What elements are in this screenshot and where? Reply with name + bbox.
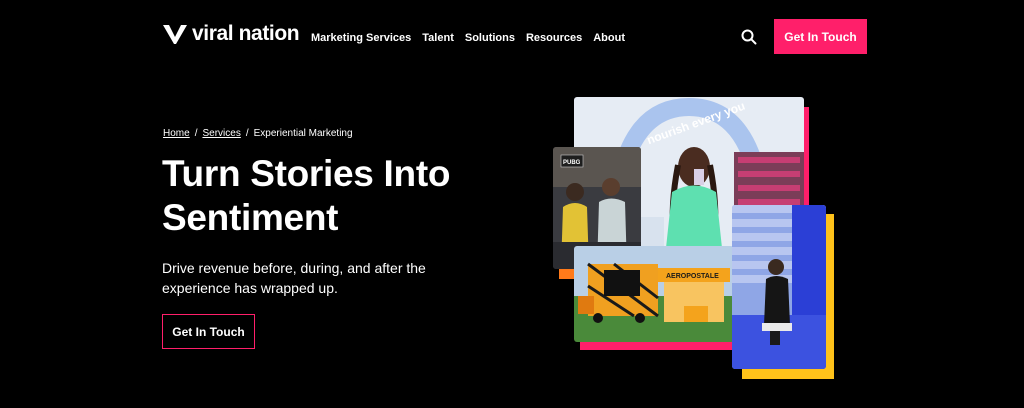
hero-subtitle: Drive revenue before, during, and after … (162, 260, 426, 296)
breadcrumb-separator: / (194, 128, 198, 139)
breadcrumb-home[interactable]: Home (163, 128, 190, 139)
photo-woman-blue-installation (732, 205, 826, 369)
get-in-touch-hero-button[interactable]: Get In Touch (162, 314, 255, 349)
nav-resources[interactable]: Resources (526, 32, 582, 44)
nav-about[interactable]: About (593, 32, 625, 44)
search-icon[interactable] (741, 29, 757, 45)
breadcrumb: Home / Services / Experiential Marketing (163, 128, 353, 139)
nav-marketing-services[interactable]: Marketing Services (311, 32, 411, 44)
breadcrumb-separator: / (245, 128, 249, 139)
breadcrumb-services[interactable]: Services (202, 128, 240, 139)
logo-text: viral nation (192, 22, 300, 45)
pubg-badge: PUBG (563, 160, 581, 166)
main-nav: Marketing Services Talent Solutions Reso… (311, 32, 625, 44)
nav-solutions[interactable]: Solutions (465, 32, 515, 44)
breadcrumb-current: Experiential Marketing (253, 128, 353, 139)
page-title: Turn Stories Into Sentiment (162, 153, 451, 238)
nav-talent[interactable]: Talent (422, 32, 454, 44)
brand-logo[interactable]: viral nation (162, 22, 300, 46)
photo-aeropostale-truck: AEROPOSTALE (574, 246, 734, 342)
viral-nation-logo-icon (163, 24, 187, 44)
get-in-touch-header-button[interactable]: Get In Touch (774, 19, 867, 54)
truck-sign: AEROPOSTALE (666, 273, 719, 280)
